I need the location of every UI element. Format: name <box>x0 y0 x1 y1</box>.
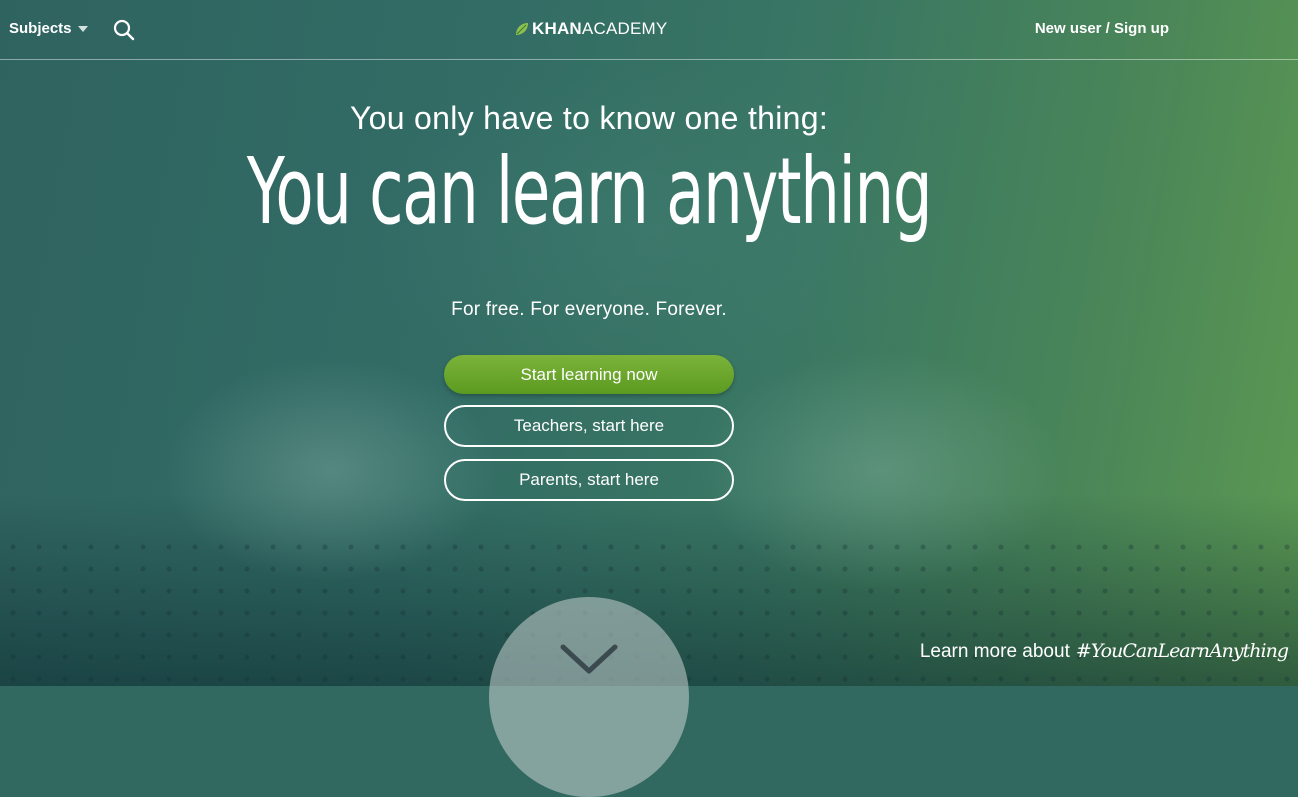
logo-light-text: ACADEMY <box>581 19 668 38</box>
learn-more-link[interactable]: Learn more about #YouCanLearnAnything <box>919 640 1289 663</box>
start-learning-button[interactable]: Start learning now <box>444 355 734 394</box>
leaf-icon <box>516 23 528 35</box>
teachers-button[interactable]: Teachers, start here <box>444 405 734 447</box>
parents-button[interactable]: Parents, start here <box>444 459 734 501</box>
logo-bold-text: KHAN <box>532 19 582 38</box>
chevron-down-icon <box>560 644 618 674</box>
hero-intro: You only have to know one thing: <box>349 100 829 136</box>
hashtag-text: #YouCanLearnAnything <box>1075 640 1289 662</box>
khan-academy-logo[interactable]: KHAN ACADEMY <box>515 19 667 39</box>
subjects-menu[interactable]: Subjects <box>9 20 88 37</box>
scroll-down-button[interactable] <box>489 597 689 797</box>
top-nav: Subjects KHAN ACADEMY New user / Sign up <box>0 0 1298 60</box>
search-icon <box>113 19 135 41</box>
hero-headline: You can learn anything <box>246 138 933 245</box>
learn-more-label: Learn more about <box>919 641 1070 662</box>
signup-link[interactable]: New user / Sign up <box>1035 20 1169 37</box>
search-button[interactable] <box>112 18 136 42</box>
subjects-label: Subjects <box>9 20 72 37</box>
hero-tagline: For free. For everyone. Forever. <box>451 299 727 320</box>
caret-down-icon <box>77 25 88 32</box>
